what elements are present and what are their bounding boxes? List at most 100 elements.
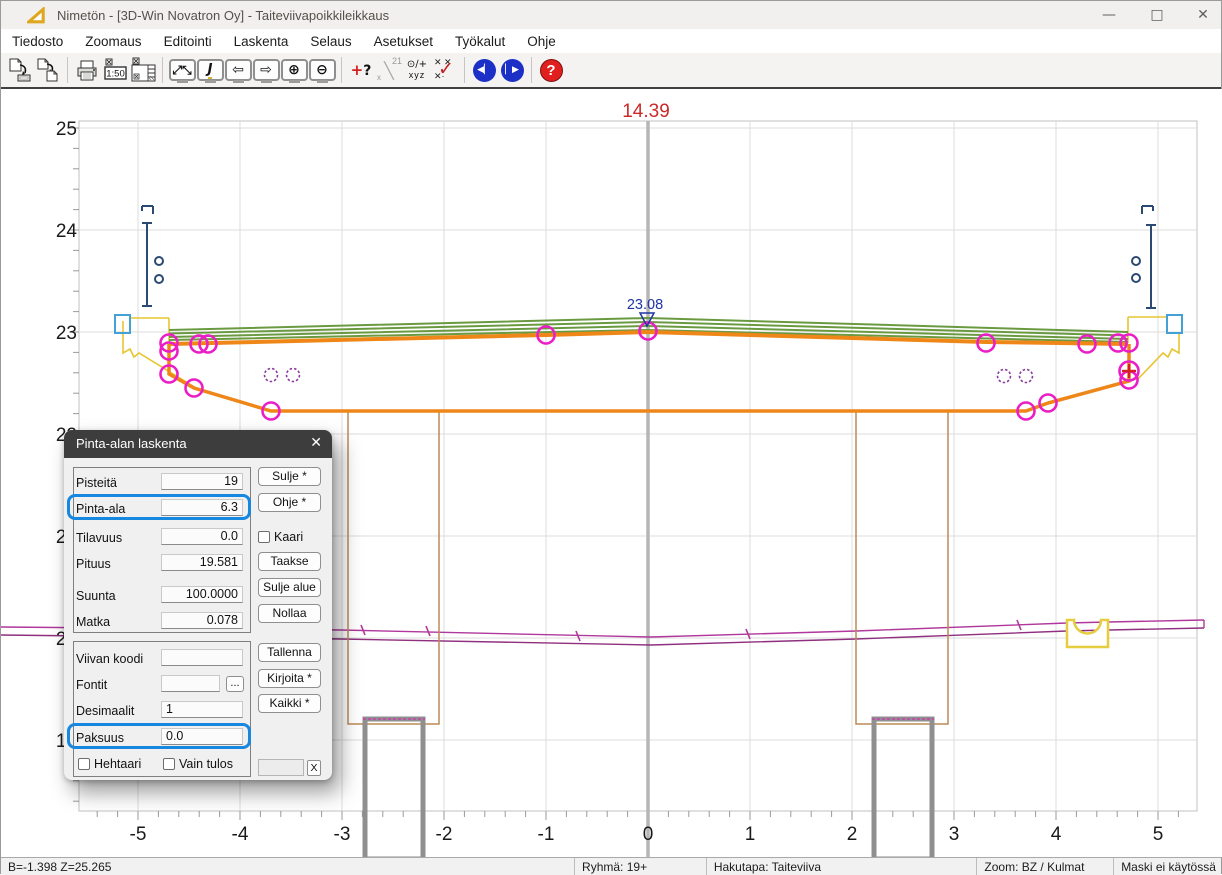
previous-section-button[interactable]: ◀▏ <box>470 56 498 84</box>
save-file-icon <box>35 57 61 83</box>
suunta-field[interactable]: 100.0000 <box>161 586 243 603</box>
pinta-ala-field[interactable]: 6.3 <box>161 499 243 516</box>
svg-text:-3: -3 <box>334 824 351 845</box>
menu-laskenta[interactable]: Laskenta <box>234 34 289 49</box>
status-coordinates: B=-1.398 Z=25.265 <box>1 858 575 875</box>
x-axis-minor-ticks <box>97 811 1178 820</box>
field-label: Pinta-ala <box>76 502 125 516</box>
matka-field[interactable]: 0.078 <box>161 612 243 629</box>
zoom-out-button[interactable]: ⊖ <box>308 56 336 84</box>
menu-editointi[interactable]: Editointi <box>164 34 212 49</box>
open-file-button[interactable] <box>6 56 34 84</box>
svg-text:-4: -4 <box>232 824 249 845</box>
previous-section-icon: ◀▏ <box>473 59 496 82</box>
kirjoita-button[interactable]: Kirjoita * <box>258 669 321 688</box>
close-button[interactable]: ✕ <box>1187 4 1219 26</box>
toolbar-separator <box>67 57 68 83</box>
vain-tulos-checkbox[interactable] <box>163 758 175 770</box>
page-layout-icon <box>130 57 157 83</box>
coordinate-xyz-button[interactable]: ⊙∕+ xyz <box>403 56 431 84</box>
paksuus-field[interactable]: 0.0 <box>161 728 243 745</box>
pisteita-field[interactable]: 19 <box>161 473 243 490</box>
tallenna-button[interactable]: Tallenna <box>258 643 321 662</box>
point-query-button[interactable]: +? <box>347 56 375 84</box>
menu-selaus[interactable]: Selaus <box>310 34 351 49</box>
next-section-button[interactable]: ▏▶ <box>498 56 526 84</box>
status-bar: B=-1.398 Z=25.265 Ryhmä: 19+ Hakutapa: T… <box>1 857 1221 875</box>
taakse-button[interactable]: Taakse <box>258 552 321 571</box>
app-logo-icon <box>27 7 45 24</box>
arrow-left-icon: ⇦ <box>225 59 252 81</box>
maximize-button[interactable]: □ <box>1141 4 1173 26</box>
tilavuus-field[interactable]: 0.0 <box>161 528 243 545</box>
menu-asetukset[interactable]: Asetukset <box>374 34 433 49</box>
kaari-checkbox[interactable] <box>258 531 270 543</box>
dialog-close-icon[interactable]: ✕ <box>310 435 322 451</box>
toolbar-separator <box>464 57 465 83</box>
menu-ohje[interactable]: Ohje <box>527 34 556 49</box>
nollaa-button[interactable]: Nollaa <box>258 604 321 623</box>
title-bar: Nimetön - [3D-Win Novatron Oy] - Taitevi… <box>1 1 1221 29</box>
menu-tyokalut[interactable]: Työkalut <box>455 34 505 49</box>
approve-check-button[interactable]: ✕ ✕ ✕· ✓ <box>431 56 459 84</box>
page-layout-button[interactable] <box>129 56 157 84</box>
svg-text:4: 4 <box>1051 824 1062 845</box>
culvert <box>1067 620 1108 647</box>
menu-zoomaus[interactable]: Zoomaus <box>85 34 141 49</box>
field-label: Matka <box>76 615 110 629</box>
zoom-in-button[interactable]: ⊕ <box>280 56 308 84</box>
menu-tiedosto[interactable]: Tiedosto <box>12 34 63 49</box>
ohje-button[interactable]: Ohje * <box>258 493 321 512</box>
svg-text:24: 24 <box>56 221 78 242</box>
scroll-left-button[interactable]: ⇦ <box>224 56 252 84</box>
angle-21-button[interactable]: ╲ 21 x <box>375 56 403 84</box>
sulje-alue-button[interactable]: Sulje alue <box>258 578 321 597</box>
station-label: 14.39 <box>622 101 670 122</box>
zoom-previous-button[interactable]: J <box>196 56 224 84</box>
svg-text:2: 2 <box>847 824 858 845</box>
scale-1-50-icon: 1:50 <box>102 57 129 83</box>
zoom-previous-icon: J <box>197 59 224 81</box>
sulje-button[interactable]: Sulje * <box>258 467 321 486</box>
help-button[interactable]: ? <box>537 56 565 84</box>
zoom-extents-button[interactable]: ⤢​⤡ <box>168 56 196 84</box>
svg-text:3: 3 <box>949 824 960 845</box>
save-file-button[interactable] <box>34 56 62 84</box>
x-axis-labels: -5 -4 -3 -2 -1 0 1 2 3 4 5 <box>130 824 1164 845</box>
current-point-cross <box>1122 364 1136 378</box>
svg-text:-1: -1 <box>538 824 555 845</box>
x-button[interactable]: X <box>307 760 321 776</box>
field-label: Viivan koodi <box>76 652 143 666</box>
menu-bar: Tiedosto Zoomaus Editointi Laskenta Sela… <box>1 29 1221 53</box>
hehtaari-checkbox[interactable] <box>78 758 90 770</box>
zoom-in-icon: ⊕ <box>281 59 308 81</box>
status-ryhma: Ryhmä: 19+ <box>575 858 707 875</box>
toolbar-separator <box>162 57 163 83</box>
viivan-koodi-field[interactable] <box>161 649 243 666</box>
scroll-right-button[interactable]: ⇨ <box>252 56 280 84</box>
scale-button[interactable]: 1:50 <box>101 56 129 84</box>
dialog-title-bar[interactable]: Pinta-alan laskenta ✕ <box>64 430 332 458</box>
point-query-icon: +? <box>351 61 372 79</box>
print-button[interactable] <box>73 56 101 84</box>
field-label: Suunta <box>76 589 116 603</box>
pituus-field[interactable]: 19.581 <box>161 554 243 571</box>
svg-text:5: 5 <box>1153 824 1164 845</box>
result-display-field <box>258 759 304 776</box>
minimize-button[interactable]: — <box>1093 4 1125 26</box>
field-label: Tilavuus <box>76 531 122 545</box>
field-label: Pisteitä <box>76 476 117 490</box>
approve-check-icon: ✓ <box>438 58 454 80</box>
fontit-field[interactable] <box>161 675 220 692</box>
window-title: Nimetön - [3D-Win Novatron Oy] - Taitevi… <box>57 8 389 23</box>
open-file-icon <box>7 57 33 83</box>
svg-text:0: 0 <box>643 824 654 845</box>
checkbox-label: Hehtaari <box>94 757 141 771</box>
toolbar-separator <box>341 57 342 83</box>
fontit-browse-button[interactable]: ... <box>226 676 244 692</box>
kaikki-button[interactable]: Kaikki * <box>258 694 321 713</box>
help-icon: ? <box>540 59 563 82</box>
svg-text:1: 1 <box>745 824 756 845</box>
toolbar: 1:50 ⤢​⤡ J ⇦ ⇨ ⊕ ⊖ +? ╲ 21 x <box>1 53 1221 87</box>
desimaalit-field[interactable]: 1 <box>161 701 243 718</box>
